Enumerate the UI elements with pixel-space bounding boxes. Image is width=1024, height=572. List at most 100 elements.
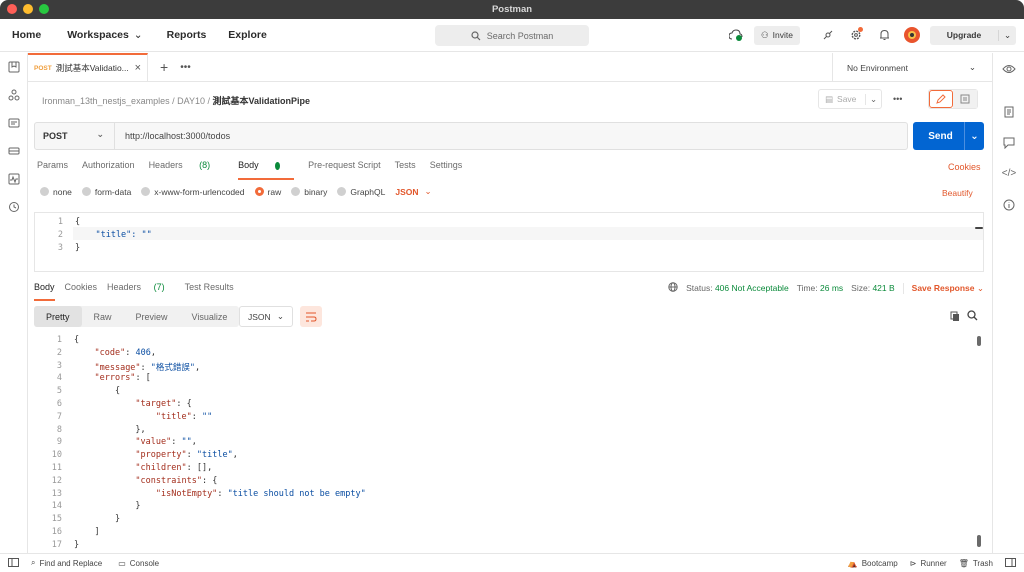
user-avatar[interactable] [902, 25, 922, 45]
save-response-button[interactable]: Save Response ⌄ [902, 282, 984, 294]
more-options-icon[interactable]: ••• [893, 94, 902, 104]
sync-status-icon[interactable] [726, 25, 746, 45]
url-input[interactable]: http://localhost:3000/todos [115, 131, 230, 141]
response-scrollbar-top[interactable] [977, 336, 981, 346]
copy-icon[interactable] [950, 311, 960, 324]
wrap-lines-icon[interactable] [300, 306, 322, 327]
radio-graphql[interactable]: GraphQL [337, 187, 385, 197]
cookies-link[interactable]: Cookies [948, 162, 981, 172]
radio-raw[interactable]: raw [254, 187, 281, 197]
home-link[interactable]: Home [12, 29, 41, 41]
history-icon[interactable] [0, 193, 28, 221]
tab-body[interactable]: Body [238, 160, 295, 180]
maximize-window-button[interactable] [39, 4, 49, 14]
postman-window: Postman Home Workspaces ⌄ Reports Explor… [0, 0, 1024, 572]
view-preview[interactable]: Preview [124, 306, 180, 327]
response-tab-headers[interactable]: Headers (7) [107, 282, 175, 301]
response-tab-cookies[interactable]: Cookies [65, 282, 98, 301]
radio-none[interactable]: none [40, 187, 72, 197]
environments-icon[interactable] [0, 109, 28, 137]
search-icon: ⌕ [31, 558, 36, 567]
chevron-down-icon[interactable]: ⌄ [998, 29, 1016, 41]
code-line: "title": "" [75, 230, 152, 240]
find-replace-button[interactable]: ⌕ Find and Replace [31, 558, 102, 568]
body-format-select[interactable]: JSON ⌄ [395, 186, 431, 197]
response-status-bar: Status: 406 Not Acceptable Time: 26 ms S… [668, 282, 984, 294]
notification-bell-icon[interactable] [874, 25, 894, 45]
line-number: 16 [51, 527, 62, 537]
edit-pencil-icon[interactable] [929, 90, 954, 108]
breadcrumb-collection[interactable]: Ironman_13th_nestjs_examples [42, 96, 170, 106]
new-tab-plus-icon[interactable]: + [160, 59, 168, 75]
breadcrumb-request[interactable]: 測試基本ValidationPipe [213, 96, 311, 106]
method-select[interactable]: POST ⌄ [35, 123, 115, 149]
request-tab[interactable]: POST 測試基本Validatio... × [28, 52, 148, 82]
radio-urlencoded[interactable]: x-www-form-urlencoded [141, 187, 245, 197]
code-snippet-icon[interactable]: </> [993, 158, 1024, 189]
explore-link[interactable]: Explore [228, 29, 267, 41]
response-body-viewer[interactable]: 1 {2 "code": 406, 3 "message": "格式錯誤", 4 "e… [34, 335, 984, 549]
reports-link[interactable]: Reports [167, 29, 207, 41]
response-tab-test-results[interactable]: Test Results [185, 282, 234, 301]
minimize-window-button[interactable] [23, 4, 33, 14]
beautify-link[interactable]: Beautify [942, 188, 973, 198]
view-raw[interactable]: Raw [82, 306, 124, 327]
breadcrumb-folder[interactable]: DAY10 [177, 96, 205, 106]
eye-icon[interactable] [993, 53, 1024, 84]
response-time: Time: 26 ms [796, 283, 844, 293]
runner-button[interactable]: ⊳ Runner [910, 559, 947, 568]
monitors-icon[interactable] [0, 165, 28, 193]
trash-button[interactable]: 🗑 Trash [959, 559, 993, 568]
chevron-down-icon[interactable]: ⌄ [865, 93, 881, 105]
request-tab-bar: POST 測試基本Validatio... × + ••• No Environ… [28, 52, 992, 82]
response-scrollbar-bottom[interactable] [977, 535, 981, 547]
apis-icon[interactable] [0, 81, 28, 109]
invite-button[interactable]: ⚇ Invite [754, 25, 800, 45]
line-number: 4 [56, 373, 62, 384]
tab-params[interactable]: Params [37, 160, 68, 180]
mock-servers-icon[interactable] [0, 137, 28, 165]
environment-selector[interactable]: No Environment ⌄ [832, 53, 992, 82]
send-button[interactable]: Send ⌄ [913, 122, 984, 150]
satellite-icon[interactable] [818, 25, 838, 45]
url-bar: POST ⌄ http://localhost:3000/todos [34, 122, 908, 150]
chevron-down-icon[interactable]: ⌄ [964, 122, 984, 150]
close-tab-icon[interactable]: × [135, 62, 141, 74]
tab-settings[interactable]: Settings [430, 160, 463, 180]
tab-headers[interactable]: Headers (8) [149, 160, 225, 180]
tab-pre-request-script[interactable]: Pre-request Script [308, 160, 381, 180]
upgrade-button[interactable]: Upgrade ⌄ [930, 25, 1016, 45]
radio-binary[interactable]: binary [291, 187, 327, 197]
editor-scroll-indicator[interactable] [975, 227, 983, 229]
globe-icon[interactable] [668, 282, 678, 294]
search-icon [471, 30, 481, 40]
more-tabs-icon[interactable]: ••• [180, 62, 191, 73]
response-format-select[interactable]: JSON ⌄ [239, 306, 293, 327]
tab-authorization[interactable]: Authorization [82, 160, 135, 180]
workspaces-menu[interactable]: Workspaces ⌄ [67, 29, 142, 41]
line-number: 5 [56, 386, 62, 397]
comment-icon[interactable] [953, 90, 977, 108]
search-input[interactable]: Search Postman [435, 25, 589, 46]
console-button[interactable]: ▭ Console [118, 559, 159, 568]
view-visualize[interactable]: Visualize [180, 306, 240, 327]
response-tab-body[interactable]: Body [34, 282, 55, 301]
info-icon[interactable] [993, 189, 1024, 220]
sidebar-toggle-icon[interactable] [8, 557, 19, 569]
bootcamp-button[interactable]: ⛺ Bootcamp [848, 559, 898, 568]
comments-icon[interactable] [993, 127, 1024, 158]
settings-gear-icon[interactable] [846, 25, 866, 45]
tab-tests[interactable]: Tests [395, 160, 416, 180]
line-number: 12 [51, 475, 62, 486]
view-pretty[interactable]: Pretty [34, 306, 82, 327]
documentation-icon[interactable] [993, 96, 1024, 127]
save-button[interactable]: ▤ Save ⌄ [818, 89, 882, 109]
console-icon: ▭ [118, 558, 126, 568]
close-window-button[interactable] [7, 4, 17, 14]
line-number: 11 [51, 463, 62, 473]
radio-form-data[interactable]: form-data [81, 187, 131, 197]
request-body-editor[interactable]: 1 2 3 { "title": "" } [34, 212, 984, 272]
collections-icon[interactable] [0, 53, 28, 81]
layout-toggle-icon[interactable] [1005, 557, 1016, 569]
search-icon[interactable] [967, 310, 978, 323]
